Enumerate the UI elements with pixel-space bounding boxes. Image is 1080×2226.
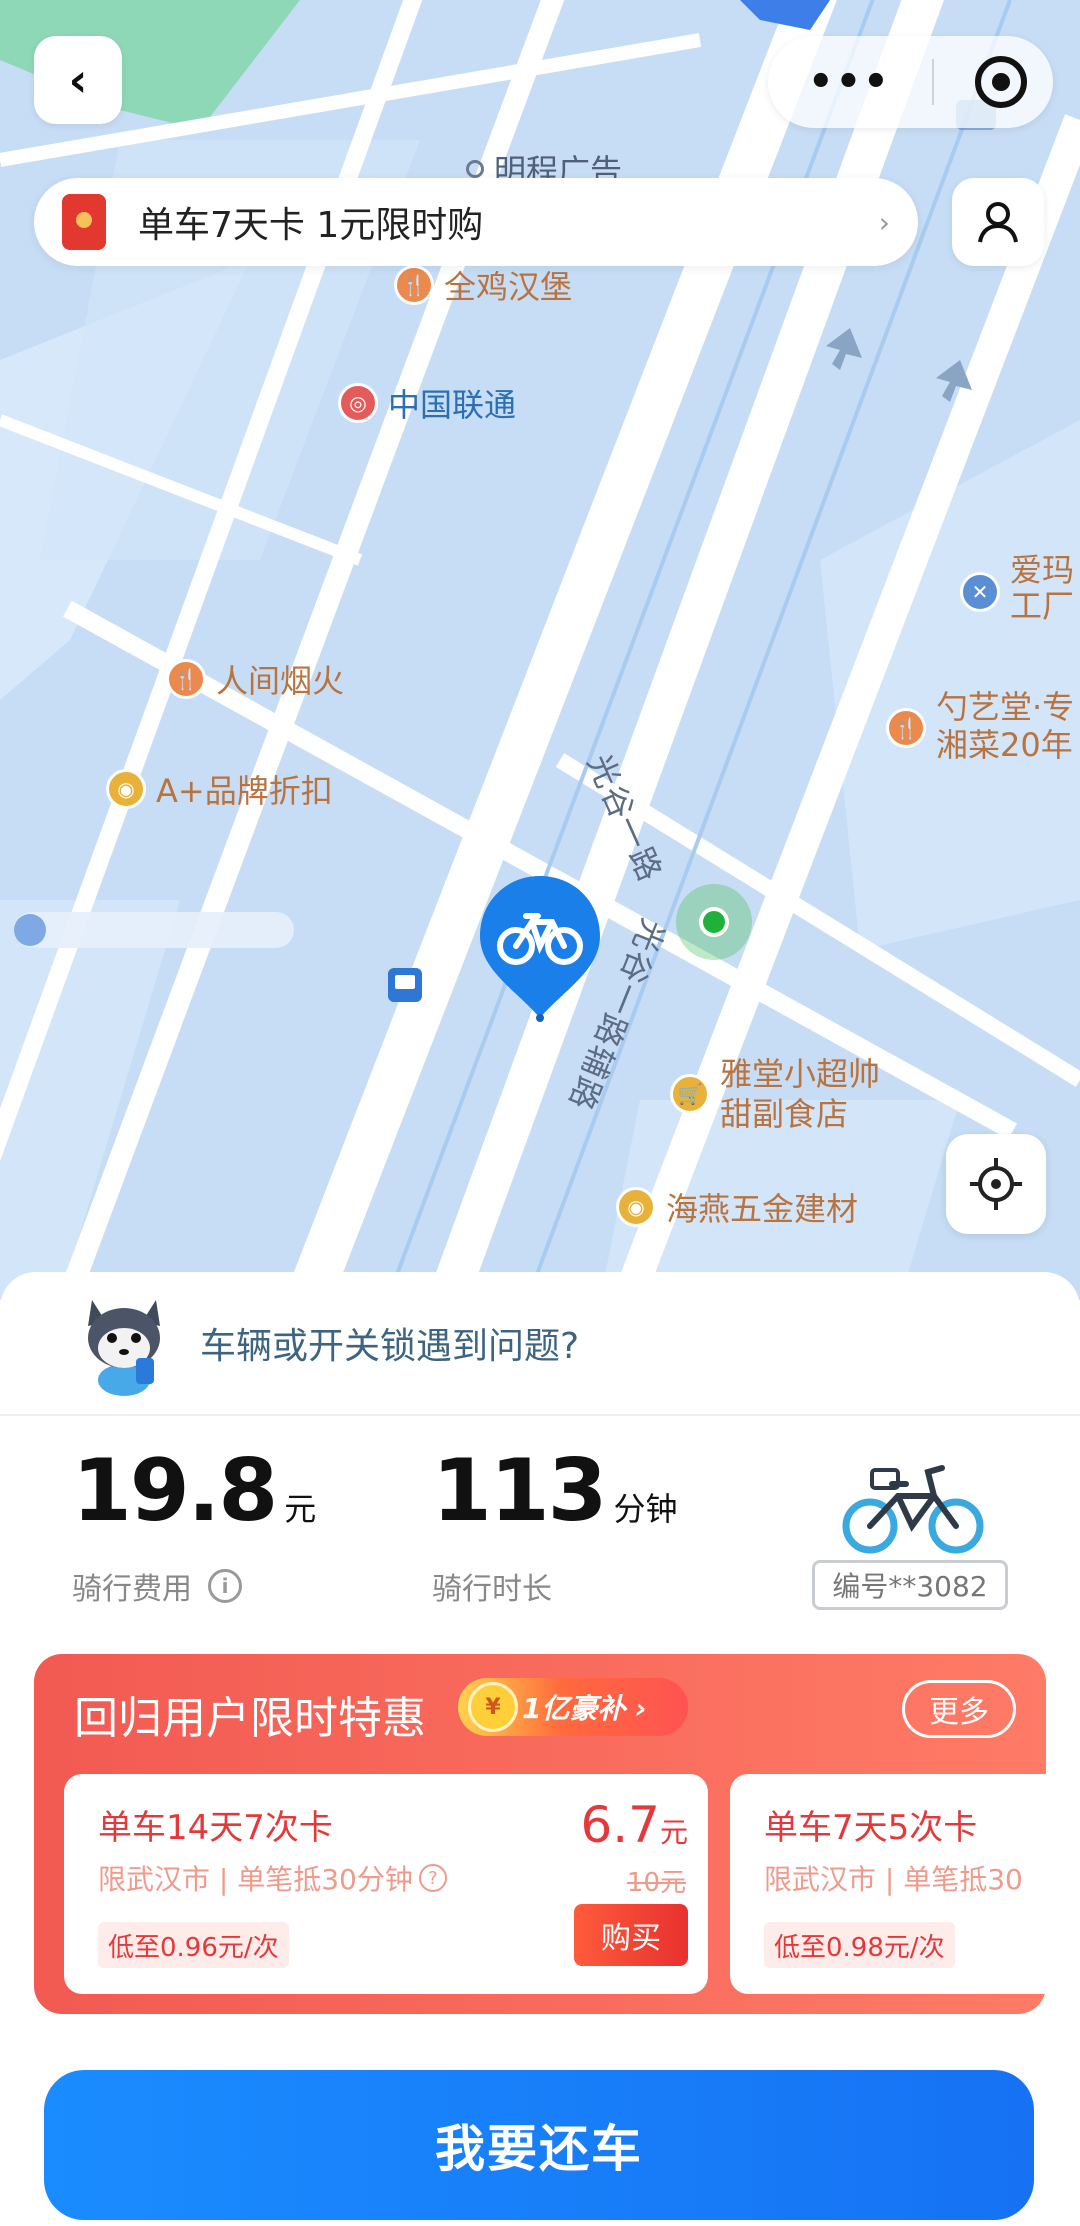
shopping-bag-icon: ◉ [616,1187,656,1227]
ride-duration-value: 113 [432,1441,608,1541]
offer-card-desc-text: 限武汉市 | 单笔抵30分钟 [98,1863,413,1896]
ride-fee-stat: 19.8 元 骑行费用 i [72,1448,316,1608]
capsule-divider [931,59,934,105]
red-packet-icon [62,194,106,250]
shopping-bag-icon: ◉ [106,769,146,809]
chevron-right-icon: › [878,205,890,239]
report-issue-row[interactable]: 车辆或开关锁遇到问题? [0,1272,1080,1416]
poi-china-unicom[interactable]: ◎ 中国联通 [338,380,516,426]
map-view[interactable]: 明程广告 🍴 全鸡汉堡 ◎ 中国联通 🍴 人间烟火 ◉ A+品牌折扣 ✕ 爱玛 … [0,0,1080,1300]
offer-card-price-unit: 元 [659,1816,688,1849]
poi-label: 甜副食店 [720,1095,849,1133]
chevron-left-icon: ‹ [68,53,88,107]
info-icon[interactable]: i [208,1569,242,1603]
ride-duration-label: 骑行时长 [432,1572,552,1607]
poi-haiyan-hardware[interactable]: ◉ 海燕五金建材 [616,1184,858,1230]
promo-banner[interactable]: 单车7天卡 1元限时购 › [34,178,918,266]
shopping-cart-icon: 🛒 [670,1074,710,1114]
ride-bottom-sheet: 车辆或开关锁遇到问题? 19.8 元 骑行费用 i 113 分钟 骑行时长 编号**3… [0,1272,1080,2226]
offer-card-desc: 限武汉市 | 单笔抵30分钟 ? [98,1858,447,1898]
offer-card-original-price: 10元 [626,1868,686,1898]
ride-fee-value: 19.8 [72,1441,278,1541]
more-offers-button[interactable]: 更多 [902,1680,1016,1738]
offer-card-price-value: 6.7 [580,1796,660,1854]
husky-mascot-icon [88,1300,160,1396]
poi-label: 全鸡汉堡 [444,268,573,306]
offer-card-name: 单车14天7次卡 [98,1808,333,1848]
poi-label: 工厂 [1010,587,1075,625]
report-issue-text: 车辆或开关锁遇到问题? [200,1326,580,1367]
poi-label: 海燕五金建材 [666,1190,859,1228]
locate-button[interactable] [946,1134,1046,1234]
more-icon[interactable]: ••• [808,59,891,105]
bike-number-badge: 编号**3082 [812,1560,1008,1610]
offer-card[interactable]: 单车14天7次卡 限武汉市 | 单笔抵30分钟 ? 低至0.96元/次 6.7元… [64,1774,708,1994]
poi-renjian-yanhuo[interactable]: 🍴 人间烟火 [166,656,344,702]
poi-label: 湘菜20年 [936,726,1073,764]
poi-label: 雅堂小超帅 [720,1055,881,1093]
offer-card-unit-price: 低至0.98元/次 [764,1922,955,1968]
user-profile-button[interactable] [952,178,1044,266]
poi-label: A+品牌折扣 [156,772,333,810]
poi-brand-discount[interactable]: ◉ A+品牌折扣 [106,766,333,812]
buy-button[interactable]: 购买 [574,1904,688,1966]
poi-label: 爱玛 [1010,551,1075,589]
crosshair-icon [970,1158,1022,1210]
mini-program-capsule[interactable]: ••• [768,36,1053,128]
restaurant-icon: 🍴 [886,708,926,748]
promo-banner-text: 单车7天卡 1元限时购 [138,205,484,246]
offer-card-desc: 限武汉市 | 单笔抵30 [764,1863,1023,1896]
poi-aima-factory[interactable]: ✕ 爱玛 工厂 [960,552,1074,624]
coin-icon: ¥ [468,1682,518,1732]
ride-duration-stat: 113 分钟 骑行时长 [432,1448,678,1608]
subsidy-tag-label: 1亿豪补 › [522,1692,647,1725]
poi-yatang-market[interactable]: 🛒 雅堂小超帅 甜副食店 [670,1054,880,1134]
poi-label: 人间烟火 [216,662,345,700]
offer-card[interactable]: 单车7天5次卡 限武汉市 | 单笔抵30 低至0.98元/次 [730,1774,1046,1994]
returning-user-offer-panel: 回归用户限时特惠 ¥ 1亿豪补 › 更多 单车14天7次卡 限武汉市 | 单笔抵… [34,1654,1046,2014]
restaurant-icon: 🍴 [166,659,206,699]
help-icon[interactable]: ? [418,1864,447,1892]
unicom-logo-icon: ◎ [338,383,378,423]
poi-shaoyitang[interactable]: 🍴 勺艺堂·专 湘菜20年 [886,688,1074,764]
bike-location-marker[interactable] [476,872,604,1022]
offer-card-name: 单车7天5次卡 [764,1808,978,1848]
ride-fee-unit: 元 [284,1490,317,1528]
tool-icon: ✕ [960,572,1000,612]
offer-title: 回归用户限时特惠 [74,1693,426,1744]
dot-icon [466,160,484,178]
subsidy-tag[interactable]: ¥ 1亿豪补 › [458,1678,688,1736]
back-button[interactable]: ‹ [34,36,122,124]
user-location-dot [676,884,752,960]
user-icon [978,202,1018,243]
offer-card-price: 6.7元 [580,1796,688,1854]
poi-label: 勺艺堂·专 [936,688,1075,726]
poi-chicken-burger[interactable]: 🍴 全鸡汉堡 [394,262,572,308]
ride-duration-unit: 分钟 [613,1490,678,1528]
restaurant-icon: 🍴 [394,265,434,305]
return-bike-button[interactable]: 我要还车 [44,2070,1034,2220]
offer-card-unit-price: 低至0.96元/次 [98,1922,289,1968]
close-target-icon[interactable] [974,56,1027,108]
bicycle-image [842,1465,984,1554]
poi-label: 中国联通 [388,386,517,424]
ride-fee-label: 骑行费用 [72,1572,192,1607]
